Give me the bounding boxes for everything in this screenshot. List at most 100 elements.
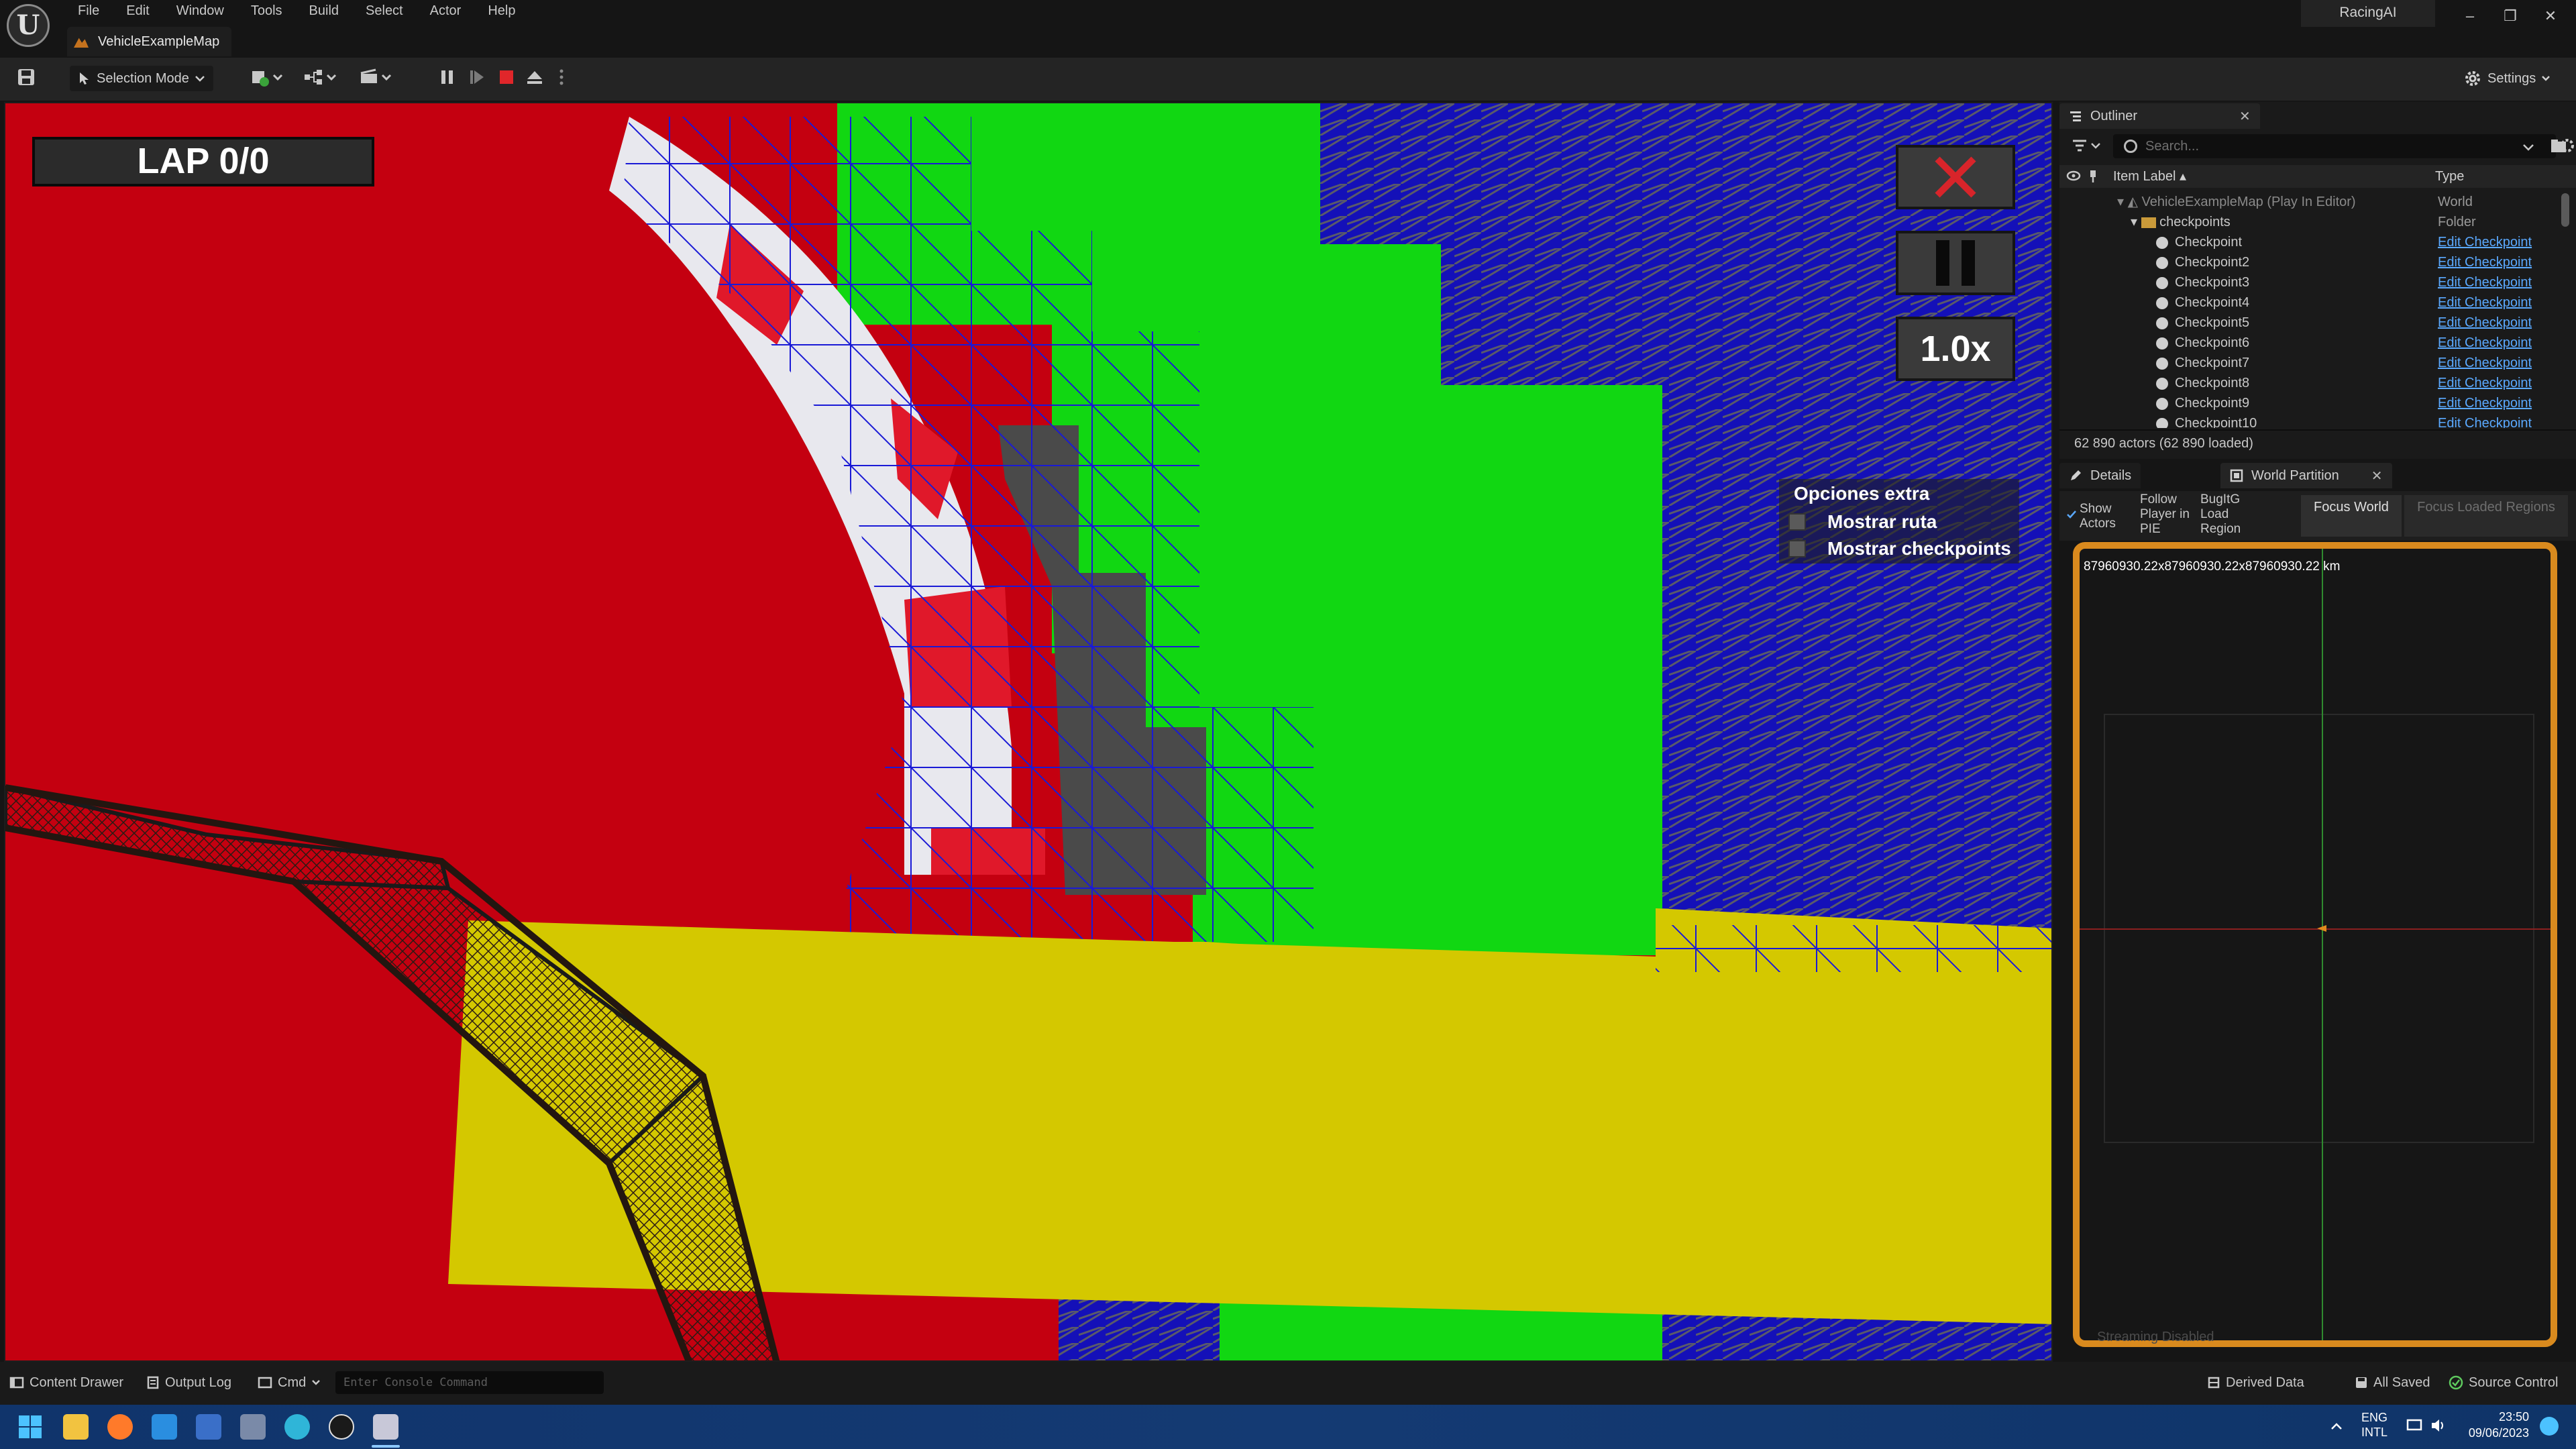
visibility-icon[interactable] (2066, 169, 2081, 186)
follow-player-option[interactable]: Follow Player in PIE (2140, 492, 2194, 537)
bugit-load-region-option[interactable]: BugItG Load Region (2200, 492, 2254, 537)
show-checkpoints-option[interactable]: Mostrar checkpoints (1788, 535, 2011, 562)
outliner-scrollbar[interactable] (2561, 193, 2569, 227)
minimize-button[interactable]: – (2450, 0, 2490, 34)
gear-icon[interactable] (2559, 137, 2576, 158)
close-window-button[interactable]: ✕ (2530, 0, 2571, 34)
output-log-button[interactable]: Output Log (146, 1371, 231, 1394)
close-tab-icon[interactable]: ✕ (2371, 468, 2383, 484)
filter-icon[interactable] (2070, 137, 2108, 156)
visual-studio-icon[interactable] (196, 1414, 221, 1440)
edit-checkpoint-link[interactable]: Edit Checkpoint (2438, 393, 2532, 413)
console-command-input[interactable]: Enter Console Command (335, 1371, 604, 1394)
menu-tools[interactable]: Tools (237, 0, 296, 23)
more-options-icon[interactable] (550, 67, 573, 90)
selection-mode-dropdown[interactable]: Selection Mode (70, 66, 213, 91)
list-item[interactable]: Checkpoint9 (2156, 393, 2249, 413)
derived-data-label: Derived Data (2226, 1375, 2304, 1390)
cmd-dropdown[interactable]: Cmd (258, 1371, 321, 1394)
world-partition-map[interactable]: 87960930.22x87960930.22x87960930.22 km S… (2073, 542, 2557, 1347)
show-route-label: Mostrar ruta (1827, 511, 1937, 532)
tab-outliner[interactable]: Outliner ✕ (2059, 103, 2260, 129)
map-tab[interactable]: VehicleExampleMap (67, 27, 232, 56)
show-actors-checkbox[interactable] (2066, 508, 2077, 524)
save-icon[interactable] (15, 67, 38, 90)
show-route-checkbox[interactable] (1788, 513, 1806, 531)
focus-loaded-regions-button[interactable]: Focus Loaded Regions (2404, 495, 2568, 537)
firefox-icon[interactable] (107, 1414, 133, 1440)
unreal-logo-icon[interactable]: U (7, 4, 50, 47)
chevron-down-icon[interactable] (2522, 141, 2534, 156)
editor-window-icon[interactable] (373, 1414, 398, 1440)
list-item[interactable]: Checkpoint3 (2156, 272, 2249, 292)
close-race-button[interactable] (1896, 145, 2015, 209)
unreal-engine-icon[interactable] (329, 1414, 354, 1440)
language-indicator[interactable]: ENG INTL (2361, 1410, 2387, 1440)
vscode-icon[interactable] (152, 1414, 177, 1440)
item-label-column[interactable]: Item Label ▴ (2113, 166, 2186, 186)
all-saved-button[interactable]: All Saved (2355, 1371, 2430, 1394)
edit-checkpoint-link[interactable]: Edit Checkpoint (2438, 252, 2532, 272)
close-tab-icon[interactable]: ✕ (2239, 108, 2251, 125)
blueprint-icon[interactable] (302, 67, 342, 90)
cinematics-icon[interactable] (357, 67, 397, 90)
derived-data-button[interactable]: Derived Data (2207, 1371, 2304, 1394)
skip-frame-icon[interactable] (466, 67, 488, 90)
windows-start-icon[interactable] (17, 1414, 43, 1440)
focus-world-button[interactable]: Focus World (2301, 495, 2402, 537)
list-item[interactable]: Checkpoint10 (2156, 413, 2257, 428)
volume-icon[interactable] (2430, 1417, 2447, 1438)
app-icon[interactable] (240, 1414, 266, 1440)
edit-checkpoint-link[interactable]: Edit Checkpoint (2438, 232, 2532, 252)
browser-icon[interactable] (284, 1414, 310, 1440)
list-item[interactable]: Checkpoint7 (2156, 353, 2249, 373)
edit-checkpoint-link[interactable]: Edit Checkpoint (2438, 313, 2532, 333)
level-viewport[interactable]: LAP 0/0 1.0x Opciones extra Mostrar ruta… (4, 102, 2053, 1362)
edit-checkpoint-link[interactable]: Edit Checkpoint (2438, 292, 2532, 313)
menu-window[interactable]: Window (163, 0, 237, 23)
list-item[interactable]: Checkpoint (2156, 232, 2242, 252)
speed-multiplier-button[interactable]: 1.0x (1896, 317, 2015, 381)
tab-world-partition[interactable]: World Partition ✕ (2220, 463, 2392, 488)
edit-checkpoint-link[interactable]: Edit Checkpoint (2438, 353, 2532, 373)
eject-icon[interactable] (523, 67, 546, 90)
list-item[interactable]: Checkpoint4 (2156, 292, 2249, 313)
settings-button[interactable]: Settings (2463, 66, 2551, 91)
tab-details[interactable]: Details (2059, 463, 2141, 488)
menu-select[interactable]: Select (352, 0, 417, 23)
menu-build[interactable]: Build (296, 0, 352, 23)
pause-pie-icon[interactable] (436, 67, 459, 90)
add-actor-icon[interactable] (248, 67, 288, 90)
list-item-label: Checkpoint8 (2175, 376, 2250, 390)
edit-checkpoint-link[interactable]: Edit Checkpoint (2438, 272, 2532, 292)
outliner-search-input[interactable]: Search... (2113, 134, 2556, 158)
pause-game-button[interactable] (1896, 231, 2015, 295)
edit-checkpoint-link[interactable]: Edit Checkpoint (2438, 413, 2532, 428)
menu-help[interactable]: Help (474, 0, 529, 23)
maximize-button[interactable]: ❐ (2490, 0, 2530, 34)
show-actors-option[interactable]: Show Actors (2080, 502, 2127, 531)
list-item[interactable]: Checkpoint5 (2156, 313, 2249, 333)
show-route-option[interactable]: Mostrar ruta (1788, 508, 1937, 535)
source-control-button[interactable]: Source Control (2449, 1371, 2558, 1394)
type-column[interactable]: Type (2435, 166, 2464, 186)
menu-actor[interactable]: Actor (417, 0, 475, 23)
edit-checkpoint-link[interactable]: Edit Checkpoint (2438, 373, 2532, 393)
list-item[interactable]: Checkpoint8 (2156, 373, 2249, 393)
stop-pie-icon[interactable] (495, 67, 518, 90)
edit-checkpoint-link[interactable]: Edit Checkpoint (2438, 333, 2532, 353)
show-checkpoints-checkbox[interactable] (1788, 540, 1806, 557)
menu-file[interactable]: File (64, 0, 113, 23)
world-row[interactable]: ▾ ◭ VehicleExampleMap (Play In Editor) (2117, 192, 2356, 212)
menu-edit[interactable]: Edit (113, 0, 162, 23)
content-drawer-button[interactable]: Content Drawer (9, 1371, 123, 1394)
file-explorer-icon[interactable] (63, 1414, 89, 1440)
chevron-up-icon[interactable] (2330, 1419, 2343, 1435)
list-item[interactable]: Checkpoint2 (2156, 252, 2249, 272)
system-clock[interactable]: 23:50 09/06/2023 (2455, 1409, 2529, 1441)
folder-row[interactable]: ▾ checkpoints (2131, 212, 2231, 232)
list-item[interactable]: Checkpoint6 (2156, 333, 2249, 353)
pin-icon[interactable] (2088, 169, 2098, 188)
notification-icon[interactable] (2540, 1417, 2559, 1436)
network-icon[interactable] (2406, 1417, 2423, 1438)
